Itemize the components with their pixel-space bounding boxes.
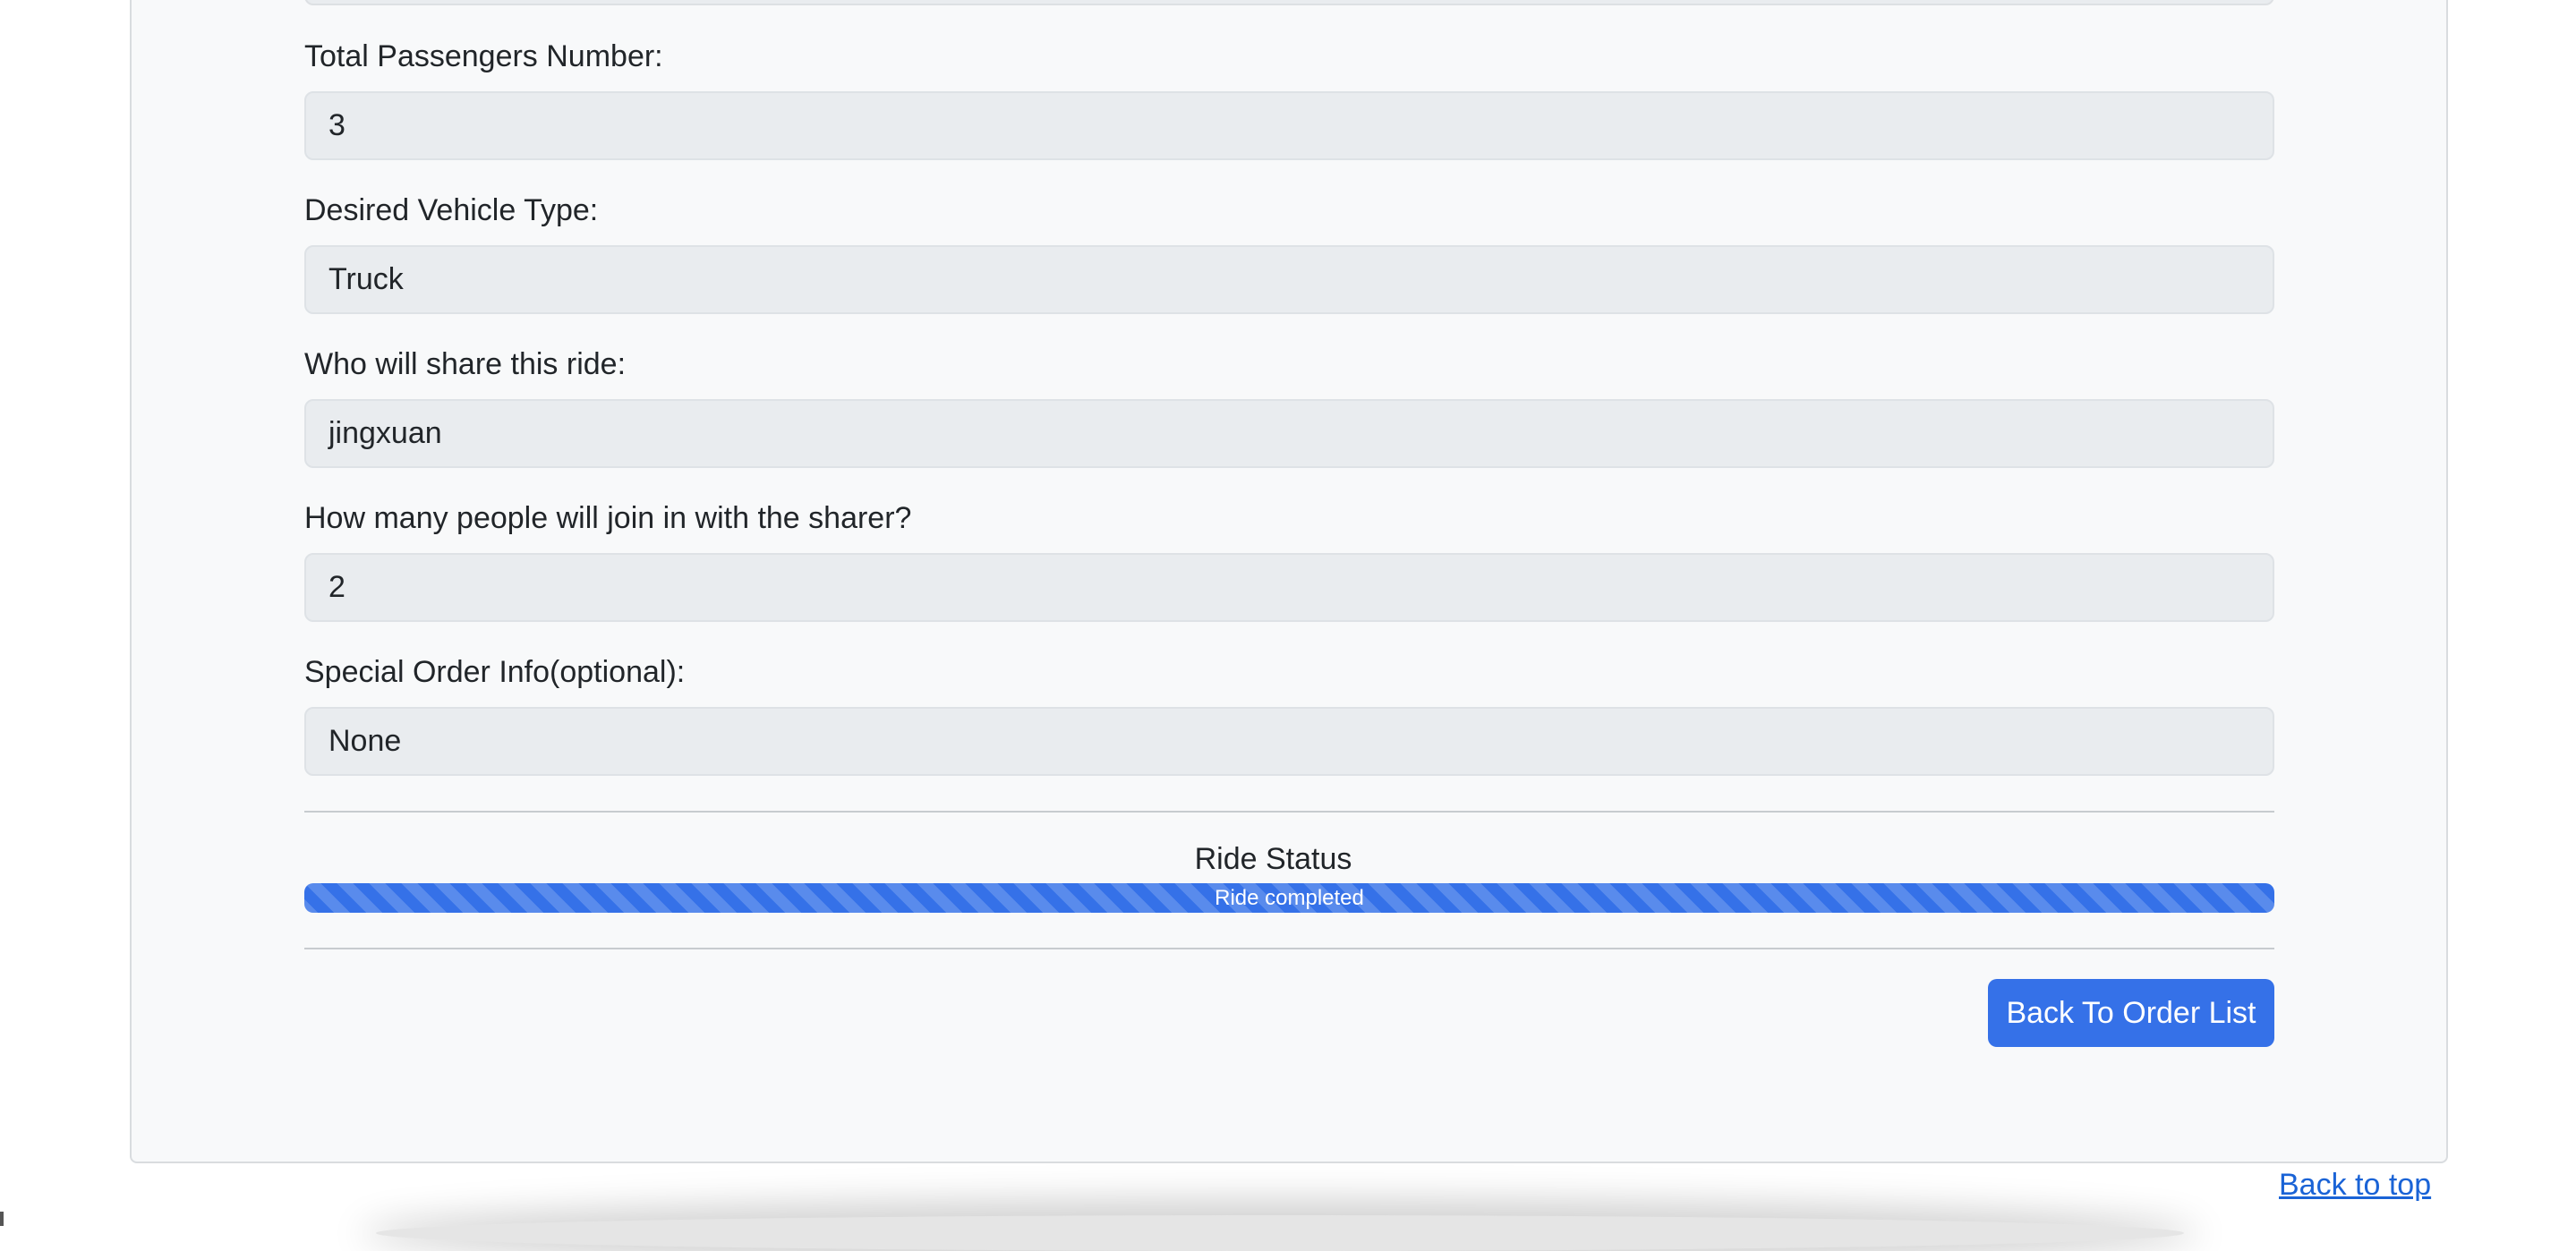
divider	[304, 811, 2274, 813]
ride-status-title: Ride Status	[1194, 842, 1352, 876]
field-label: Special Order Info(optional):	[304, 655, 686, 689]
ride-status-progress: Ride completed	[304, 883, 2274, 913]
special-info-field[interactable]: None	[304, 707, 2274, 776]
divider	[304, 948, 2274, 949]
sharer-field[interactable]: jingxuan	[304, 399, 2274, 468]
field-label: Desired Vehicle Type:	[304, 193, 599, 227]
previous-field-value	[304, 0, 2274, 5]
back-to-order-list-button[interactable]: Back To Order List	[1988, 979, 2274, 1047]
back-to-top-link[interactable]: Back to top	[2279, 1167, 2431, 1203]
ride-status-progress-bar: Ride completed	[304, 883, 2274, 913]
sharer-party-size-field[interactable]: 2	[304, 553, 2274, 622]
field-label: Who will share this ride:	[304, 347, 627, 381]
page-edge-mark	[0, 1212, 4, 1226]
field-label: How many people will join in with the sh…	[304, 501, 912, 535]
field-label: Total Passengers Number:	[304, 39, 663, 73]
vehicle-type-field[interactable]: Truck	[304, 245, 2274, 314]
total-passengers-field[interactable]: 3	[304, 91, 2274, 160]
footer-shadow	[376, 1215, 2184, 1251]
